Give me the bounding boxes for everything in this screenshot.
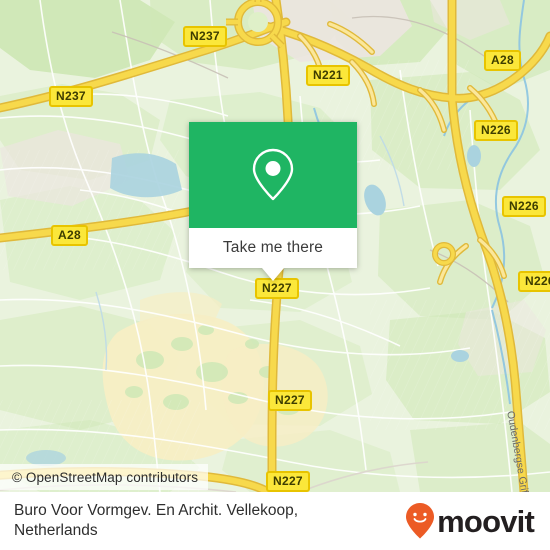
place-title: Buro Voor Vormgev. En Archit. Vellekoop, <box>14 502 299 519</box>
osm-attribution: © OpenStreetMap contributors <box>0 464 209 490</box>
road-shield-n237-a[interactable]: N237 <box>183 26 227 47</box>
popup-header <box>189 122 357 228</box>
road-shield-n221[interactable]: N221 <box>306 65 350 86</box>
road-shield-n226-b[interactable]: N226 <box>502 196 546 217</box>
place-caption: Buro Voor Vormgev. En Archit. Vellekoop,… <box>14 501 298 541</box>
place-popup[interactable]: Take me there <box>189 122 357 281</box>
road-shield-n237-b[interactable]: N237 <box>49 86 93 107</box>
place-subtitle: Netherlands <box>14 522 98 539</box>
take-me-there-button[interactable]: Take me there <box>189 228 357 268</box>
moovit-logo[interactable]: moovit <box>405 502 535 540</box>
road-shield-n226-a[interactable]: N226 <box>474 120 518 141</box>
road-shield-a28-a[interactable]: A28 <box>484 50 521 71</box>
road-shield-n227-c[interactable]: N227 <box>266 471 310 492</box>
road-shield-n227-a[interactable]: N227 <box>255 278 299 299</box>
moovit-pin-icon <box>406 503 435 539</box>
map-pin-icon <box>252 148 294 201</box>
road-shield-n226-c[interactable]: N226 <box>518 271 550 292</box>
footer-bar: Buro Voor Vormgev. En Archit. Vellekoop,… <box>0 492 550 550</box>
moovit-map-page: N237 N237 N221 A28 A28 N226 N226 N226 N2… <box>0 0 550 550</box>
road-shield-a28-b[interactable]: A28 <box>51 225 88 246</box>
road-shield-n227-b[interactable]: N227 <box>268 390 312 411</box>
map-canvas[interactable]: N237 N237 N221 A28 A28 N226 N226 N226 N2… <box>0 0 550 492</box>
popup-pointer <box>262 268 284 281</box>
moovit-wordmark: moovit <box>437 503 535 539</box>
